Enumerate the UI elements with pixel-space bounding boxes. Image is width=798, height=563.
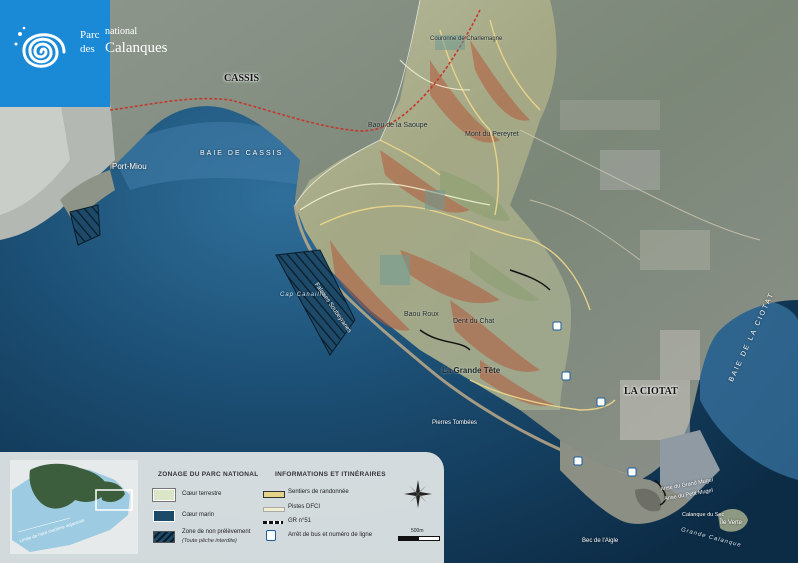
- bus-icon: [266, 530, 276, 541]
- logo-word-calanques: Calanques: [105, 40, 168, 56]
- legend-zone-sub: (Toute pêche interdite): [182, 538, 237, 544]
- label-grande-tete: La Grande Tête: [442, 366, 501, 375]
- label-ile-verte: Île Verte: [720, 520, 743, 526]
- legend-gr: GR n°51: [288, 518, 312, 524]
- label-mont-pereyet: Mont du Pereyret: [465, 131, 519, 138]
- map-stage: CASSIS LA CIOTAT Port-Miou Couronne de C…: [0, 0, 798, 563]
- label-cap-canaille: Cap Canaille: [280, 292, 327, 298]
- scale-bar: [398, 536, 440, 541]
- compass-rose-icon: [404, 480, 432, 508]
- scale-label: 500m: [411, 528, 424, 534]
- legend-info-title: INFORMATIONS ET ITINÉRAIRES: [275, 471, 386, 478]
- legend-coeur-terrestre: Cœur terrestre: [182, 491, 222, 497]
- park-logo: Parc national des Calanques: [0, 0, 167, 107]
- legend-zonage-title: ZONAGE DU PARC NATIONAL: [158, 471, 259, 478]
- legend-zone-non-prelevement: Zone de non prélèvement: [182, 529, 251, 535]
- map-legend: Limite de l'aire maritime adjacente ZONA…: [0, 452, 444, 563]
- legend-sentiers: Sentiers de randonnée: [288, 489, 349, 495]
- label-sec: Calanque du Sec: [682, 512, 725, 518]
- swatch-gr51: [263, 521, 283, 524]
- swatch-non-prelevement: [153, 531, 175, 543]
- label-pointes: Pierres Tombées: [432, 420, 477, 426]
- legend-pistes: Pistes DFCI: [288, 504, 321, 510]
- swatch-pistes: [263, 507, 285, 512]
- logo-word-parc: Parc: [80, 29, 100, 41]
- swatch-coeur-terrestre: [153, 489, 175, 501]
- label-port-miou: Port-Miou: [112, 162, 147, 171]
- label-la-ciotat: LA CIOTAT: [624, 386, 678, 397]
- calanques-swirl-icon: [14, 26, 66, 68]
- swatch-sentiers: [263, 491, 285, 498]
- label-dent-chat: Dent du Chat: [453, 318, 495, 325]
- label-baie-cassis: BAIE DE CASSIS: [200, 150, 284, 157]
- swatch-coeur-marin: [153, 510, 175, 522]
- label-couronne: Couronne de Charlemagne: [430, 36, 503, 42]
- label-baou-saoupe: Baou de la Saoupe: [368, 122, 428, 129]
- label-cassis: CASSIS: [224, 73, 260, 84]
- legend-bus: Arrêt de bus et numéro de ligne: [288, 532, 373, 538]
- logo-word-des: des: [80, 43, 95, 55]
- legend-coeur-marin: Cœur marin: [182, 512, 215, 518]
- label-baou-roux: Baou Roux: [404, 311, 439, 318]
- label-bec-aigle: Bec de l'Aigle: [582, 538, 619, 544]
- logo-word-national: national: [105, 26, 138, 37]
